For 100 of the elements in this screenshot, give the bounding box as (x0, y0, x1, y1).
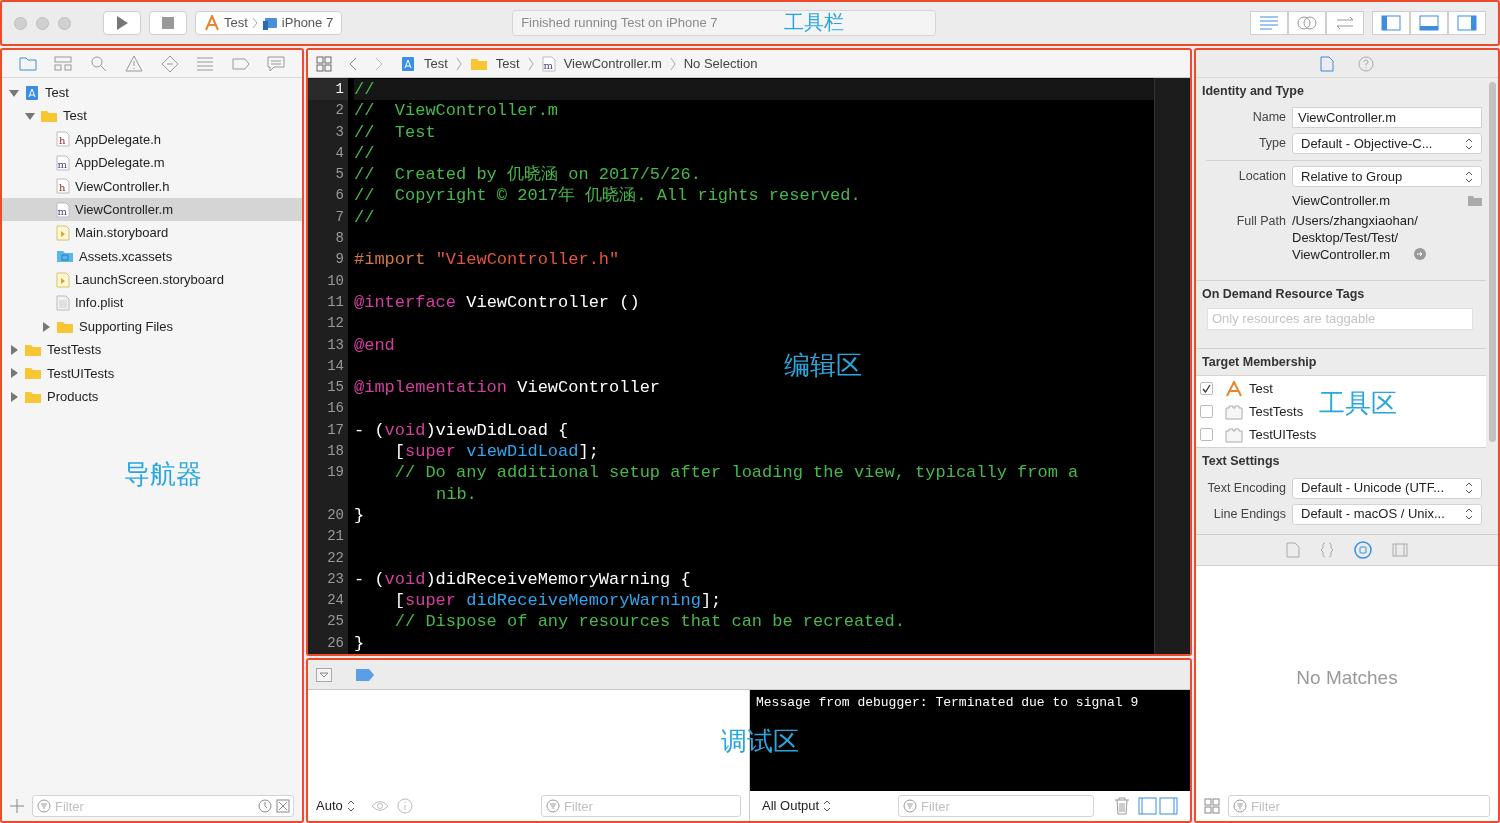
file-tree-item[interactable]: Test (2, 104, 302, 128)
breadcrumb[interactable]: No Selection (683, 53, 758, 74)
file-tree-item[interactable]: h AppDelegate.h (2, 127, 302, 152)
navigator-tab[interactable] (125, 54, 144, 73)
back-icon[interactable] (348, 56, 358, 71)
file-tree-item[interactable]: TestTests (2, 338, 302, 362)
disclosure-triangle[interactable] (9, 368, 19, 379)
navigator-tab[interactable] (54, 54, 73, 73)
filter-field[interactable]: Filter (1228, 795, 1490, 817)
popup-button[interactable]: Relative to Group (1292, 166, 1482, 188)
navigator-tab[interactable] (89, 54, 108, 73)
file-tree-item[interactable]: Main.storyboard (2, 221, 302, 245)
section-title: Target Membership (1201, 353, 1318, 371)
grid-icon[interactable] (1204, 798, 1220, 814)
navigator-tab[interactable] (267, 54, 286, 73)
checkbox[interactable] (1200, 405, 1213, 419)
inspector-tab[interactable] (1358, 55, 1374, 72)
breadcrumb[interactable]: Test (495, 53, 520, 74)
chevron-icon (455, 56, 462, 71)
navigator-tab[interactable] (196, 54, 215, 73)
field-label: Text Encoding (1206, 479, 1286, 497)
folder-icon (18, 54, 37, 73)
clock-icon[interactable] (258, 799, 272, 813)
folder-icon[interactable] (1468, 195, 1482, 207)
library-tab[interactable] (1320, 542, 1334, 558)
library-tab[interactable] (1286, 542, 1300, 558)
filter-field[interactable]: Filter (898, 795, 1094, 817)
disclosure-triangle[interactable] (25, 111, 35, 122)
view-toggle-button[interactable] (1448, 11, 1486, 35)
window-control-icon[interactable] (58, 16, 71, 30)
warning-icon (125, 54, 144, 73)
filter-field[interactable]: Filter (541, 795, 741, 817)
window-control-icon[interactable] (14, 16, 27, 30)
filter-field[interactable]: Filter (32, 795, 294, 817)
file-tree-item[interactable]: m AppDelegate.m (2, 151, 302, 175)
name-field[interactable]: ViewController.m (1292, 107, 1482, 129)
eye-icon[interactable] (370, 800, 389, 812)
view-toggle-button[interactable] (1372, 11, 1410, 35)
add-icon[interactable] (10, 799, 24, 813)
forward-icon[interactable] (374, 56, 384, 71)
info-icon[interactable] (396, 798, 413, 814)
output-selector[interactable]: All Output (762, 796, 832, 816)
file-tree-item[interactable]: Test (2, 81, 302, 105)
folder-icon (24, 343, 42, 357)
disclosure-triangle[interactable] (9, 345, 19, 355)
scm-filter-icon[interactable] (276, 799, 290, 813)
line-number: 20 (326, 505, 345, 525)
view-toggle-button[interactable] (1250, 11, 1288, 35)
popup-button[interactable]: Default - macOS / Unix... (1292, 503, 1482, 525)
library-tab[interactable] (1392, 543, 1408, 557)
disclosure-triangle[interactable] (9, 87, 19, 98)
field-label: Full Path (1235, 212, 1286, 230)
right-panel-icon (1457, 15, 1477, 31)
file-tree-item[interactable]: Products (2, 385, 302, 409)
split-view-icon[interactable] (1138, 797, 1178, 815)
file-tree-item[interactable]: TestUITests (2, 361, 302, 386)
navigator-tab[interactable] (160, 54, 179, 73)
file-tree-item[interactable]: Info.plist (2, 291, 302, 315)
header-file-icon: h (56, 178, 70, 195)
device-name[interactable]: iPhone 7 (281, 13, 334, 33)
scrollbar-thumb[interactable] (1489, 82, 1496, 442)
disclosure-triangle[interactable] (9, 391, 19, 402)
view-toggle-button[interactable] (1326, 11, 1364, 35)
file-tree-item[interactable]: h ViewController.h (2, 174, 302, 198)
inspector-tab[interactable] (1320, 55, 1334, 72)
file-tree-item[interactable]: LaunchScreen.storyboard (2, 268, 302, 292)
navigator-tab[interactable] (18, 54, 37, 73)
target-circle-icon (1354, 541, 1372, 559)
code-line: - (void)didReceiveMemoryWarning { (354, 568, 692, 591)
file-tree-item[interactable]: Assets.xcassets (2, 244, 302, 269)
checkbox[interactable] (1200, 382, 1213, 396)
scope-selector[interactable]: Auto (316, 796, 355, 816)
tags-field[interactable]: Only resources are taggable (1207, 307, 1473, 330)
stop-button[interactable] (149, 11, 187, 35)
library-tab[interactable] (1354, 541, 1372, 559)
file-tree-item[interactable]: Supporting Files (2, 314, 302, 339)
popup-button[interactable]: Default - Unicode (UTF... (1292, 477, 1482, 499)
popup-button[interactable]: Default - Objective-C... (1292, 133, 1482, 155)
breadcrumb[interactable]: ViewController.m (563, 53, 662, 74)
run-button[interactable] (103, 11, 141, 35)
status-text: Finished running Test on iPhone 7 (521, 14, 718, 33)
path-text: ViewController.m (1292, 245, 1391, 263)
storyboard-file-icon (56, 225, 70, 242)
scheme-selector[interactable]: Test iPhone 7 (195, 11, 343, 35)
console-message: Message from debugger: Terminated due to signal 9 (756, 694, 1140, 712)
grid-icon[interactable] (316, 55, 332, 72)
collapse-icon[interactable] (316, 667, 332, 682)
checkbox[interactable] (1200, 428, 1213, 442)
scheme-name[interactable]: Test (224, 13, 248, 33)
window-control-icon[interactable] (36, 16, 49, 30)
disclosure-triangle[interactable] (41, 321, 51, 332)
code-line: [super didReceiveMemoryWarning]; (393, 590, 723, 612)
trash-icon[interactable] (1114, 797, 1130, 815)
file-tree-item[interactable]: m ViewController.m (2, 197, 302, 222)
breakpoint-tag-icon[interactable] (356, 668, 374, 681)
view-toggle-button[interactable] (1410, 11, 1448, 35)
view-toggle-button[interactable] (1288, 11, 1326, 35)
code-line: @end (354, 334, 396, 356)
breadcrumb[interactable]: Test (424, 53, 448, 74)
bundle-icon (1225, 403, 1243, 420)
